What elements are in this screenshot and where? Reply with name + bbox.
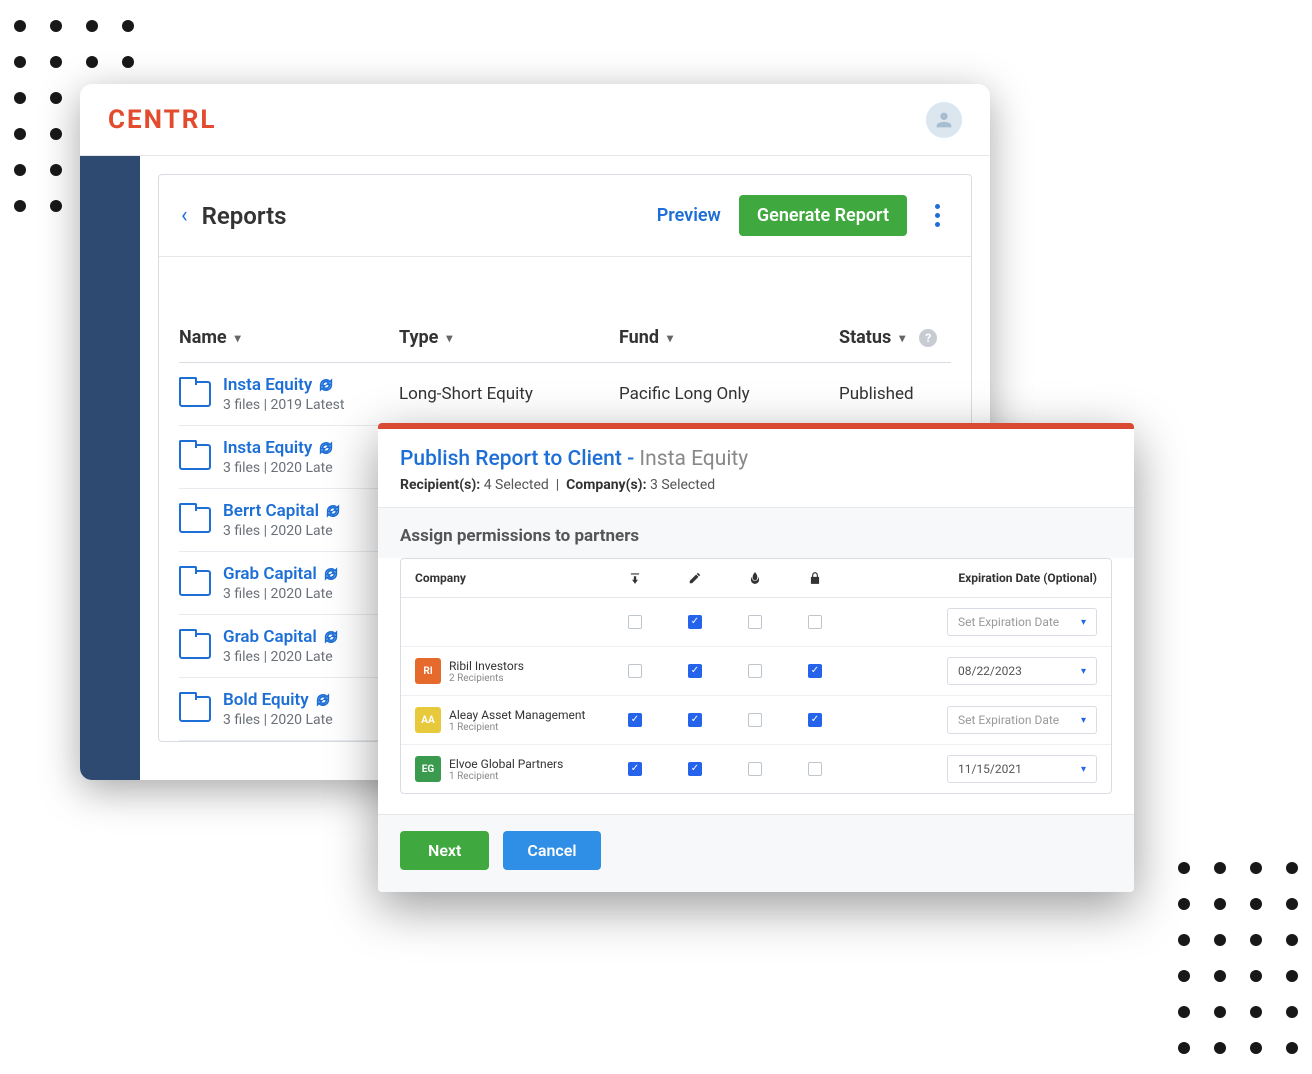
checkbox[interactable]	[688, 713, 702, 727]
chevron-down-icon: ▾	[1081, 617, 1086, 628]
edit-icon	[665, 571, 725, 585]
refresh-icon	[315, 692, 331, 708]
expiration-date-input[interactable]: Set Expiration Date▾	[947, 706, 1097, 734]
modal-section-title: Assign permissions to partners	[378, 508, 1134, 558]
cancel-button[interactable]: Cancel	[503, 831, 600, 870]
checkbox[interactable]	[748, 762, 762, 776]
back-chevron-icon[interactable]: ‹	[181, 203, 188, 228]
report-name[interactable]: Grab Capital	[223, 627, 339, 647]
company-sub: 1 Recipient	[449, 722, 585, 733]
company-sub: 1 Recipient	[449, 771, 563, 782]
checkbox[interactable]	[628, 664, 642, 678]
column-status[interactable]: Status▾?	[839, 327, 951, 348]
folder-icon	[179, 696, 211, 722]
status-cell: Published	[839, 384, 951, 404]
expiration-date-input[interactable]: Set Expiration Date▾	[947, 608, 1097, 636]
dot-grid-bottom-right	[1178, 862, 1298, 1054]
kebab-menu[interactable]	[925, 204, 949, 227]
publish-modal: Publish Report to Client - Insta Equity …	[378, 423, 1134, 892]
report-name[interactable]: Insta Equity	[223, 375, 344, 395]
type-cell: Long-Short Equity	[399, 384, 619, 404]
folder-icon	[179, 444, 211, 470]
report-name[interactable]: Berrt Capital	[223, 501, 341, 521]
checkbox[interactable]	[808, 762, 822, 776]
fire-icon	[725, 571, 785, 585]
modal-title: Publish Report to Client - Insta Equity	[400, 447, 1112, 471]
chevron-down-icon: ▾	[235, 331, 241, 345]
checkbox[interactable]	[748, 664, 762, 678]
modal-meta: Recipient(s): 4 Selected | Company(s): 3…	[400, 477, 1112, 493]
checkbox[interactable]	[688, 615, 702, 629]
checkbox[interactable]	[628, 762, 642, 776]
refresh-icon	[325, 503, 341, 519]
folder-icon	[179, 633, 211, 659]
perm-col-expiration: Expiration Date (Optional)	[845, 571, 1097, 585]
checkbox[interactable]	[688, 762, 702, 776]
permission-row: RI Ribil Investors 2 Recipients 08/22/20…	[401, 646, 1111, 695]
sidebar	[80, 156, 140, 780]
permission-row: EG Elvoe Global Partners 1 Recipient 11/…	[401, 744, 1111, 793]
report-name[interactable]: Insta Equity	[223, 438, 334, 458]
brand-logo: CENTRL	[108, 105, 216, 135]
checkbox[interactable]	[808, 615, 822, 629]
avatar[interactable]	[926, 102, 962, 138]
report-sub: 3 files | 2020 Late	[223, 460, 334, 476]
help-icon[interactable]: ?	[919, 329, 937, 347]
refresh-icon	[318, 440, 334, 456]
refresh-icon	[323, 629, 339, 645]
folder-icon	[179, 507, 211, 533]
chevron-down-icon: ▾	[1081, 666, 1086, 677]
permission-row: Set Expiration Date▾	[401, 598, 1111, 646]
checkbox[interactable]	[748, 615, 762, 629]
report-sub: 3 files | 2020 Late	[223, 586, 339, 602]
chevron-down-icon: ▾	[667, 331, 673, 345]
column-fund[interactable]: Fund▾	[619, 327, 839, 348]
generate-report-button[interactable]: Generate Report	[739, 195, 907, 236]
permissions-table: Company Expiration Date (Optional) Set E…	[400, 558, 1112, 794]
company-sub: 2 Recipients	[449, 673, 524, 684]
user-icon	[933, 109, 955, 131]
page-title: Reports	[202, 202, 287, 230]
folder-icon	[179, 381, 211, 407]
checkbox[interactable]	[688, 664, 702, 678]
next-button[interactable]: Next	[400, 831, 489, 870]
report-name[interactable]: Grab Capital	[223, 564, 339, 584]
report-sub: 3 files | 2020 Late	[223, 649, 339, 665]
report-sub: 3 files | 2020 Late	[223, 523, 341, 539]
column-name[interactable]: Name▾	[179, 327, 399, 348]
column-type[interactable]: Type▾	[399, 327, 619, 348]
expiration-date-input[interactable]: 11/15/2021▾	[947, 755, 1097, 783]
expiration-date-input[interactable]: 08/22/2023▾	[947, 657, 1097, 685]
checkbox[interactable]	[808, 664, 822, 678]
folder-icon	[179, 570, 211, 596]
report-sub: 3 files | 2020 Late	[223, 712, 333, 728]
fund-cell: Pacific Long Only	[619, 384, 839, 404]
preview-link[interactable]: Preview	[657, 205, 721, 226]
company-name: Elvoe Global Partners	[449, 757, 563, 771]
refresh-icon	[318, 377, 334, 393]
company-badge: RI	[415, 658, 441, 684]
perm-col-company: Company	[415, 571, 605, 585]
checkbox[interactable]	[748, 713, 762, 727]
download-icon	[605, 571, 665, 585]
company-name: Aleay Asset Management	[449, 708, 585, 722]
refresh-icon	[323, 566, 339, 582]
company-badge: AA	[415, 707, 441, 733]
chevron-down-icon: ▾	[1081, 715, 1086, 726]
permission-row: AA Aleay Asset Management 1 Recipient Se…	[401, 695, 1111, 744]
chevron-down-icon: ▾	[1081, 764, 1086, 775]
report-name[interactable]: Bold Equity	[223, 690, 333, 710]
company-badge: EG	[415, 756, 441, 782]
lock-icon	[785, 571, 845, 585]
checkbox[interactable]	[808, 713, 822, 727]
company-name: Ribil Investors	[449, 659, 524, 673]
table-row[interactable]: Insta Equity 3 files | 2019 Latest Long-…	[179, 363, 951, 426]
app-header: CENTRL	[80, 84, 990, 156]
chevron-down-icon: ▾	[446, 331, 452, 345]
checkbox[interactable]	[628, 615, 642, 629]
checkbox[interactable]	[628, 713, 642, 727]
report-sub: 3 files | 2019 Latest	[223, 397, 344, 413]
chevron-down-icon: ▾	[899, 331, 905, 345]
